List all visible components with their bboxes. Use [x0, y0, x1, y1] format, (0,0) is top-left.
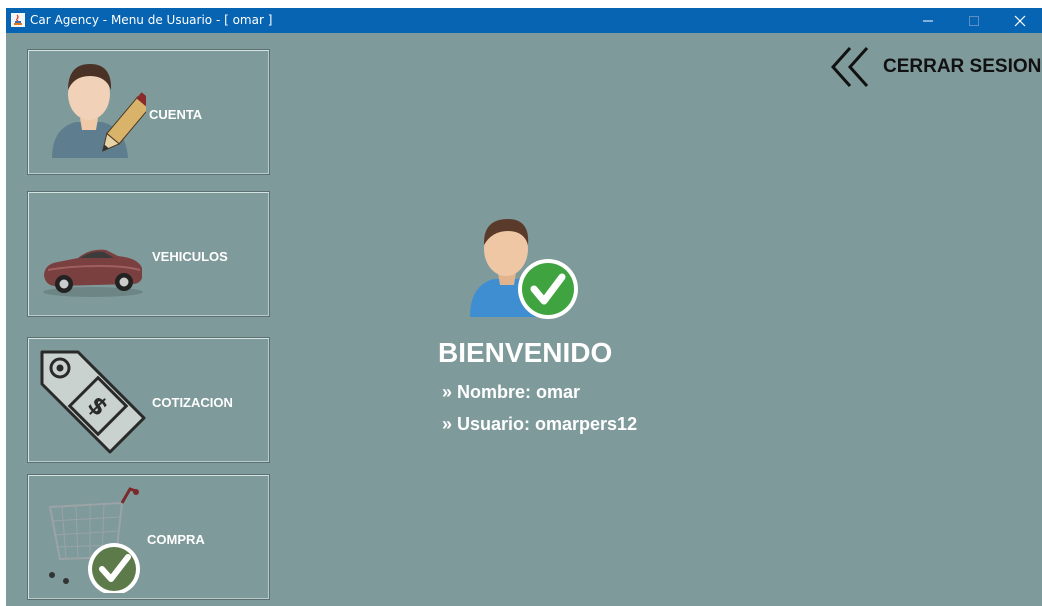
app-window: Car Agency - Menu de Usuario - [ omar ] — [6, 8, 1042, 606]
user-edit-icon — [46, 58, 154, 167]
close-button[interactable] — [997, 8, 1042, 33]
compra-label: COMPRA — [147, 532, 205, 547]
title-bar[interactable]: Car Agency - Menu de Usuario - [ omar ] — [6, 8, 1042, 33]
cotizacion-button[interactable]: $ COTIZACION — [27, 337, 270, 463]
cuenta-button[interactable]: CUENTA — [27, 49, 270, 175]
close-icon — [1014, 15, 1026, 27]
logout-button[interactable]: CERRAR SESION — [830, 46, 1042, 88]
maximize-icon — [969, 16, 979, 26]
price-tag-icon: $ — [38, 346, 148, 459]
compra-button[interactable]: COMPRA — [27, 474, 270, 600]
user-verified-icon — [468, 211, 580, 326]
welcome-title: BIENVENIDO — [438, 337, 613, 368]
logout-label: CERRAR SESION — [883, 56, 1042, 77]
vehiculos-label: VEHICULOS — [152, 249, 228, 264]
car-icon — [40, 236, 146, 303]
cotizacion-label: COTIZACION — [152, 395, 233, 410]
maximize-button[interactable] — [951, 8, 997, 33]
window-title: Car Agency - Menu de Usuario - [ omar ] — [30, 13, 273, 27]
minimize-icon — [923, 20, 933, 22]
username-line: » Usuario: omarpers12 — [442, 414, 638, 434]
cart-check-icon — [42, 483, 146, 598]
cuenta-label: CUENTA — [149, 107, 203, 122]
java-app-icon — [11, 13, 25, 27]
user-name-line: » Nombre: omar — [442, 382, 581, 402]
vehiculos-button[interactable]: VEHICULOS — [27, 191, 270, 317]
main-panel: CUENTA VEHICULOS $ COTIZACION COMPRA CER… — [6, 33, 1042, 606]
minimize-button[interactable] — [905, 8, 951, 33]
double-chevron-left-icon — [830, 46, 874, 93]
